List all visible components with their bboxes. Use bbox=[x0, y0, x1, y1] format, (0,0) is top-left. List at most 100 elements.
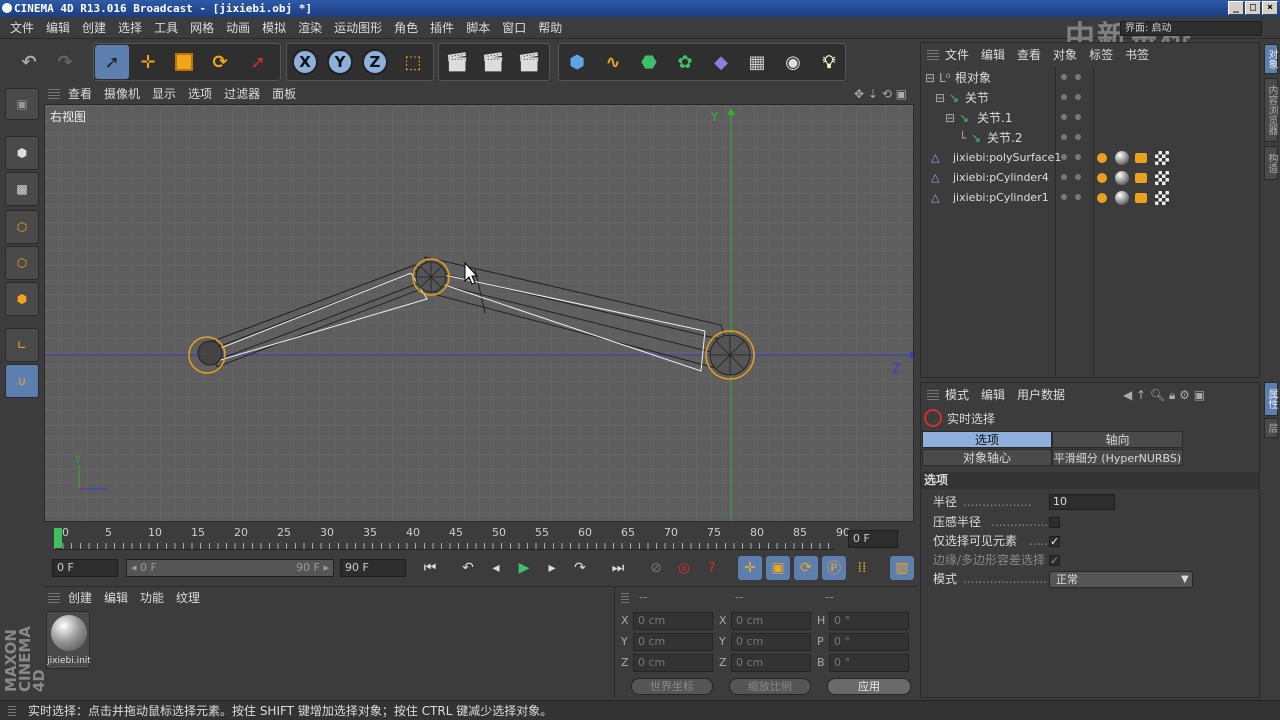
object-row-joint-2[interactable]: └ ↘ 关节.2 bbox=[921, 128, 1259, 148]
uvw-tag-icon[interactable] bbox=[1155, 171, 1169, 185]
size-x-field[interactable]: 0 cm bbox=[731, 612, 811, 630]
render-view-button[interactable]: 🎬︎ bbox=[440, 45, 474, 79]
play-button[interactable]: ▶ bbox=[512, 556, 536, 580]
spline-button[interactable]: ∿ bbox=[596, 45, 630, 79]
rotate-tool-button[interactable]: ⟳ bbox=[203, 45, 237, 79]
prev-key-button[interactable]: ↶ bbox=[456, 556, 480, 580]
om-menu-tags[interactable]: 标签 bbox=[1083, 43, 1119, 67]
vp-menu-filter[interactable]: 过滤器 bbox=[218, 84, 266, 104]
tree-toggle-icon[interactable]: ⊟ bbox=[935, 88, 945, 108]
radius-field[interactable]: 10 bbox=[1049, 494, 1115, 510]
next-key-button[interactable]: ↷ bbox=[568, 556, 592, 580]
visible-only-checkbox[interactable]: ✓ bbox=[1049, 536, 1060, 547]
size-z-field[interactable]: 0 cm bbox=[731, 654, 811, 672]
menu-help[interactable]: 帮助 bbox=[532, 17, 568, 39]
redo-button[interactable]: ↷ bbox=[48, 45, 82, 79]
mat-menu-create[interactable]: 创建 bbox=[62, 587, 98, 609]
key-pla-button[interactable]: ⁞⁞ bbox=[850, 556, 874, 580]
size-y-field[interactable]: 0 cm bbox=[731, 633, 811, 651]
editor-visibility-dot[interactable] bbox=[1061, 114, 1067, 120]
y-axis-lock-button[interactable]: Y bbox=[323, 45, 357, 79]
attr-nav-icons[interactable]: ◀ ↑ 🔍︎ 🔒︎ ⚙ ▣ bbox=[1117, 383, 1211, 407]
menu-plugins[interactable]: 插件 bbox=[424, 17, 460, 39]
camera-button[interactable]: ◉ bbox=[776, 45, 810, 79]
joint-2[interactable] bbox=[705, 330, 755, 380]
mat-menu-edit[interactable]: 编辑 bbox=[98, 587, 134, 609]
key-rotation-button[interactable]: ⟳ bbox=[794, 556, 818, 580]
om-menu-view[interactable]: 查看 bbox=[1011, 43, 1047, 67]
am-menu-edit[interactable]: 编辑 bbox=[975, 383, 1011, 407]
menu-mograph[interactable]: 运动图形 bbox=[328, 17, 388, 39]
z-axis-lock-button[interactable]: Z bbox=[358, 45, 392, 79]
object-row-polysurface1[interactable]: △ jixiebi:polySurface1 bbox=[921, 148, 1259, 168]
skin-tag-icon[interactable] bbox=[1135, 193, 1147, 203]
world-coords-select[interactable]: 世界坐标 bbox=[631, 678, 713, 695]
current-frame-field[interactable]: 0 F bbox=[848, 530, 898, 548]
tab-structure[interactable]: 构造 bbox=[1264, 146, 1278, 180]
vp-menu-panel[interactable]: 面板 bbox=[266, 84, 302, 104]
render-visibility-dot[interactable] bbox=[1075, 174, 1081, 180]
render-visibility-dot[interactable] bbox=[1075, 74, 1081, 80]
weight-tag-icon[interactable] bbox=[1097, 153, 1107, 163]
am-menu-mode[interactable]: 模式 bbox=[939, 383, 975, 407]
model-mode-button[interactable]: ⬢ bbox=[5, 136, 39, 170]
goto-end-button[interactable]: ⏭︎ bbox=[606, 556, 630, 580]
menu-animate[interactable]: 动画 bbox=[220, 17, 256, 39]
menu-select[interactable]: 选择 bbox=[112, 17, 148, 39]
tab-attributes[interactable]: 属性 bbox=[1264, 382, 1278, 416]
menu-character[interactable]: 角色 bbox=[388, 17, 424, 39]
viewport-nav-icons[interactable]: ✥ ⇣ ⟲ ▣ bbox=[848, 84, 913, 104]
menu-tools[interactable]: 工具 bbox=[148, 17, 184, 39]
snap-button[interactable]: ∪ bbox=[5, 364, 39, 398]
points-mode-button[interactable]: ⬡ bbox=[5, 210, 39, 244]
render-visibility-dot[interactable] bbox=[1075, 134, 1081, 140]
menu-file[interactable]: 文件 bbox=[0, 17, 40, 39]
record-keys-button[interactable]: ⊘ bbox=[644, 556, 668, 580]
start-frame-field[interactable]: 0 F bbox=[52, 559, 118, 577]
scale-mode-select[interactable]: 缩放比例 bbox=[729, 678, 811, 695]
layout-select[interactable]: 界面: 启动 bbox=[1120, 21, 1262, 36]
skin-tag-icon[interactable] bbox=[1135, 173, 1147, 183]
rot-h-field[interactable]: 0 ° bbox=[829, 612, 909, 630]
menu-render[interactable]: 渲染 bbox=[292, 17, 328, 39]
tab-objects[interactable]: 对象 bbox=[1264, 44, 1278, 74]
key-position-button[interactable]: ✛ bbox=[738, 556, 762, 580]
range-slider[interactable]: ◂ 0 F 90 F ▸ bbox=[126, 559, 334, 577]
tab-object-axis[interactable]: 对象轴心 bbox=[922, 449, 1052, 466]
minimize-button[interactable]: _ bbox=[1228, 1, 1244, 15]
pos-y-field[interactable]: 0 cm bbox=[633, 633, 713, 651]
scale-tool-button[interactable] bbox=[167, 45, 201, 79]
recent-tool-button[interactable]: ➚ bbox=[241, 45, 275, 79]
editor-visibility-dot[interactable] bbox=[1061, 134, 1067, 140]
workplane-button[interactable]: ∟ bbox=[5, 328, 39, 362]
menu-script[interactable]: 脚本 bbox=[460, 17, 496, 39]
make-editable-button[interactable]: ▣ bbox=[5, 88, 39, 120]
pressure-radius-checkbox[interactable] bbox=[1049, 517, 1060, 528]
texture-mode-button[interactable]: ▩ bbox=[5, 172, 39, 206]
object-row-root[interactable]: ⊟ L⁰ 根对象 bbox=[921, 68, 1259, 88]
rot-p-field[interactable]: 0 ° bbox=[829, 633, 909, 651]
joint-1[interactable] bbox=[412, 258, 450, 296]
material-swatch[interactable]: jixiebi.init bbox=[46, 611, 91, 669]
material-tag-icon[interactable] bbox=[1115, 151, 1129, 165]
tab-axis[interactable]: 轴向 bbox=[1052, 431, 1183, 448]
mat-menu-function[interactable]: 功能 bbox=[134, 587, 170, 609]
editor-visibility-dot[interactable] bbox=[1061, 74, 1067, 80]
editor-visibility-dot[interactable] bbox=[1061, 174, 1067, 180]
om-menu-objects[interactable]: 对象 bbox=[1047, 43, 1083, 67]
tab-content-browser[interactable]: 内容浏览器 bbox=[1264, 78, 1278, 142]
timeline[interactable]: 0 5 10 15 20 25 30 35 40 45 50 55 60 65 70 75 80 85 90 0 F bbox=[44, 524, 918, 552]
pos-z-field[interactable]: 0 cm bbox=[633, 654, 713, 672]
undo-button[interactable]: ↶ bbox=[12, 45, 46, 79]
tab-options[interactable]: 选项 bbox=[922, 431, 1052, 448]
key-param-button[interactable]: Ⓟ bbox=[822, 556, 846, 580]
deformer-button[interactable]: ◆ bbox=[704, 45, 738, 79]
menu-window[interactable]: 窗口 bbox=[496, 17, 532, 39]
editor-visibility-dot[interactable] bbox=[1061, 154, 1067, 160]
tree-toggle-icon[interactable]: ⊟ bbox=[945, 108, 955, 128]
material-tag-icon[interactable] bbox=[1115, 191, 1129, 205]
object-row-pcylinder4[interactable]: △ jixiebi:pCylinder4 bbox=[921, 168, 1259, 188]
menu-edit[interactable]: 编辑 bbox=[40, 17, 76, 39]
keyframe-selection-button[interactable]: ? bbox=[700, 556, 724, 580]
object-row-pcylinder1[interactable]: △ jixiebi:pCylinder1 bbox=[921, 188, 1259, 208]
